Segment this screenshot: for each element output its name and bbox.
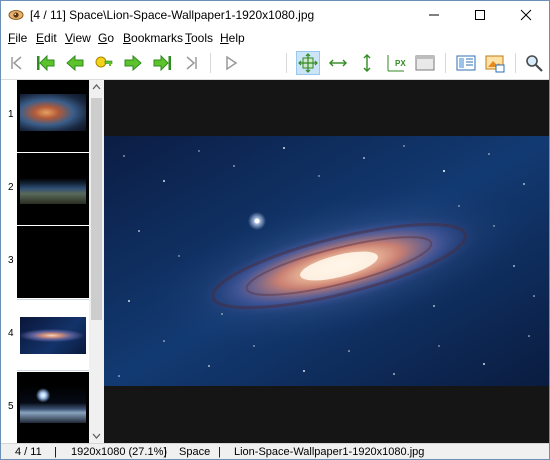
search-button[interactable]: [522, 51, 546, 75]
svg-text:PX: PX: [395, 59, 406, 68]
double-arrow-right-icon: [153, 54, 171, 72]
fit-width-button[interactable]: [326, 51, 350, 75]
thumbnail-index: 2: [8, 182, 14, 193]
menu-go[interactable]: Go: [98, 31, 114, 45]
play-icon: [226, 55, 238, 71]
menu-view[interactable]: View: [65, 31, 91, 45]
slideshow-button[interactable]: [219, 51, 243, 75]
minimize-icon: [429, 14, 439, 16]
skip-last-icon: [186, 56, 197, 70]
thumbnail-image-galaxy: [20, 317, 86, 354]
search-icon: [526, 55, 543, 72]
toolbar-separator: [445, 53, 446, 73]
thumbnail-image-planet: [20, 386, 86, 423]
thumbnails-button[interactable]: [454, 51, 478, 75]
previous-button[interactable]: [63, 51, 87, 75]
toolbar-separator: [515, 53, 516, 73]
status-dimensions: 1920x1080 (27.1%): [71, 446, 168, 458]
arrow-right-icon: [124, 54, 142, 72]
double-arrow-left-icon: [37, 54, 55, 72]
original-size-button[interactable]: PX: [384, 51, 408, 75]
thumbnail-item[interactable]: 5: [1, 372, 89, 443]
last-image-button[interactable]: [179, 51, 203, 75]
status-folder: Space: [179, 446, 211, 458]
fit-to-window-button[interactable]: [296, 51, 320, 75]
menu-edit[interactable]: Edit: [36, 31, 57, 45]
scroll-down-icon[interactable]: [92, 432, 101, 440]
maximize-button[interactable]: [457, 1, 503, 29]
skip-first-icon: [11, 56, 22, 70]
status-bar: 4 / 11 | 1920x1080 (27.1%) | Space | Lio…: [1, 443, 549, 459]
image-info-button[interactable]: [483, 51, 507, 75]
thumbnail-image-nebula: [20, 94, 86, 131]
menu-file[interactable]: File: [8, 31, 27, 45]
status-separator: |: [218, 446, 221, 458]
status-position: 4 / 11: [15, 446, 42, 458]
window-title: [4 / 11] Space\Lion-Space-Wallpaper1-192…: [30, 8, 315, 22]
toolbar: PX: [1, 47, 549, 80]
thumbnail-panel: 1 2 3 4 5: [1, 80, 89, 443]
thumbnail-item[interactable]: 3: [1, 226, 89, 298]
full-screen-button[interactable]: [413, 51, 437, 75]
menu-help[interactable]: Help: [220, 31, 245, 45]
image-info-icon: [485, 55, 505, 73]
fit-both-icon: [298, 53, 318, 73]
fit-width-icon: [329, 59, 347, 67]
menu-bookmarks[interactable]: Bookmarks: [123, 31, 183, 45]
jump-forward-button[interactable]: [150, 51, 174, 75]
eye-icon: [8, 10, 24, 20]
close-icon: [520, 9, 532, 21]
menu-bar: File Edit View Go Bookmarks Tools Help: [1, 29, 549, 47]
thumbnail-index: 4: [8, 328, 14, 339]
thumbnail-image-earth: [20, 167, 86, 204]
fit-height-button[interactable]: [355, 51, 379, 75]
main-image-galaxy: [104, 136, 549, 386]
thumbnail-index: 3: [8, 255, 14, 266]
thumbnail-index: 1: [8, 109, 14, 120]
toolbar-separator: [210, 53, 211, 73]
status-filename: Lion-Space-Wallpaper1-1920x1080.jpg: [234, 446, 425, 458]
minimize-button[interactable]: [411, 1, 457, 29]
status-separator: |: [54, 446, 57, 458]
key-icon: [95, 56, 113, 68]
status-separator: |: [164, 446, 167, 458]
thumbnails-icon: [456, 55, 476, 71]
first-image-button[interactable]: [5, 51, 29, 75]
scroll-up-icon[interactable]: [92, 83, 101, 91]
thumbnail-item-selected[interactable]: 4: [1, 299, 89, 371]
title-bar: [4 / 11] Space\Lion-Space-Wallpaper1-192…: [1, 1, 549, 29]
thumbnail-item[interactable]: 1: [1, 80, 89, 152]
app-window: [4 / 11] Space\Lion-Space-Wallpaper1-192…: [0, 0, 550, 460]
image-viewer[interactable]: [104, 80, 549, 443]
next-button[interactable]: [121, 51, 145, 75]
thumbnail-scrollbar[interactable]: [89, 80, 104, 443]
toolbar-separator: [286, 53, 287, 73]
go-to-button[interactable]: [92, 51, 116, 75]
arrow-left-icon: [66, 54, 84, 72]
fullscreen-icon: [415, 55, 435, 71]
scrollbar-thumb[interactable]: [91, 98, 102, 320]
menu-tools[interactable]: Tools: [185, 31, 213, 45]
pixel-size-icon: PX: [387, 55, 406, 72]
fit-height-icon: [363, 54, 371, 72]
thumbnail-item[interactable]: 2: [1, 153, 89, 225]
maximize-icon: [475, 10, 485, 20]
thumbnail-index: 5: [8, 401, 14, 412]
jump-back-button[interactable]: [34, 51, 58, 75]
close-button[interactable]: [503, 1, 549, 29]
